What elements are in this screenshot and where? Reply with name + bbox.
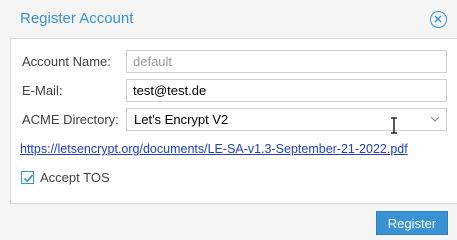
email-label: E-Mail: [22,83,63,98]
chevron-down-icon[interactable] [424,109,446,130]
account-name-input[interactable] [126,50,447,73]
acme-directory-label: ACME Directory: [22,112,119,127]
acme-directory-value: Let's Encrypt V2 [134,112,229,127]
accept-tos-checkbox[interactable] [21,171,34,184]
account-name-label: Account Name: [22,54,111,69]
accept-tos-label[interactable]: Accept TOS [40,170,110,185]
close-icon[interactable] [430,11,447,28]
email-input[interactable] [126,79,447,102]
register-account-dialog: Register Account Account Name: E-Mail: A… [0,0,457,240]
tos-link[interactable]: https://letsencrypt.org/documents/LE-SA-… [20,142,408,156]
dialog-titlebar: Register Account [0,0,457,38]
checkmark-icon [23,174,34,183]
register-button[interactable]: Register [376,211,448,235]
text-cursor-icon [391,117,397,134]
dialog-title: Register Account [20,10,134,27]
